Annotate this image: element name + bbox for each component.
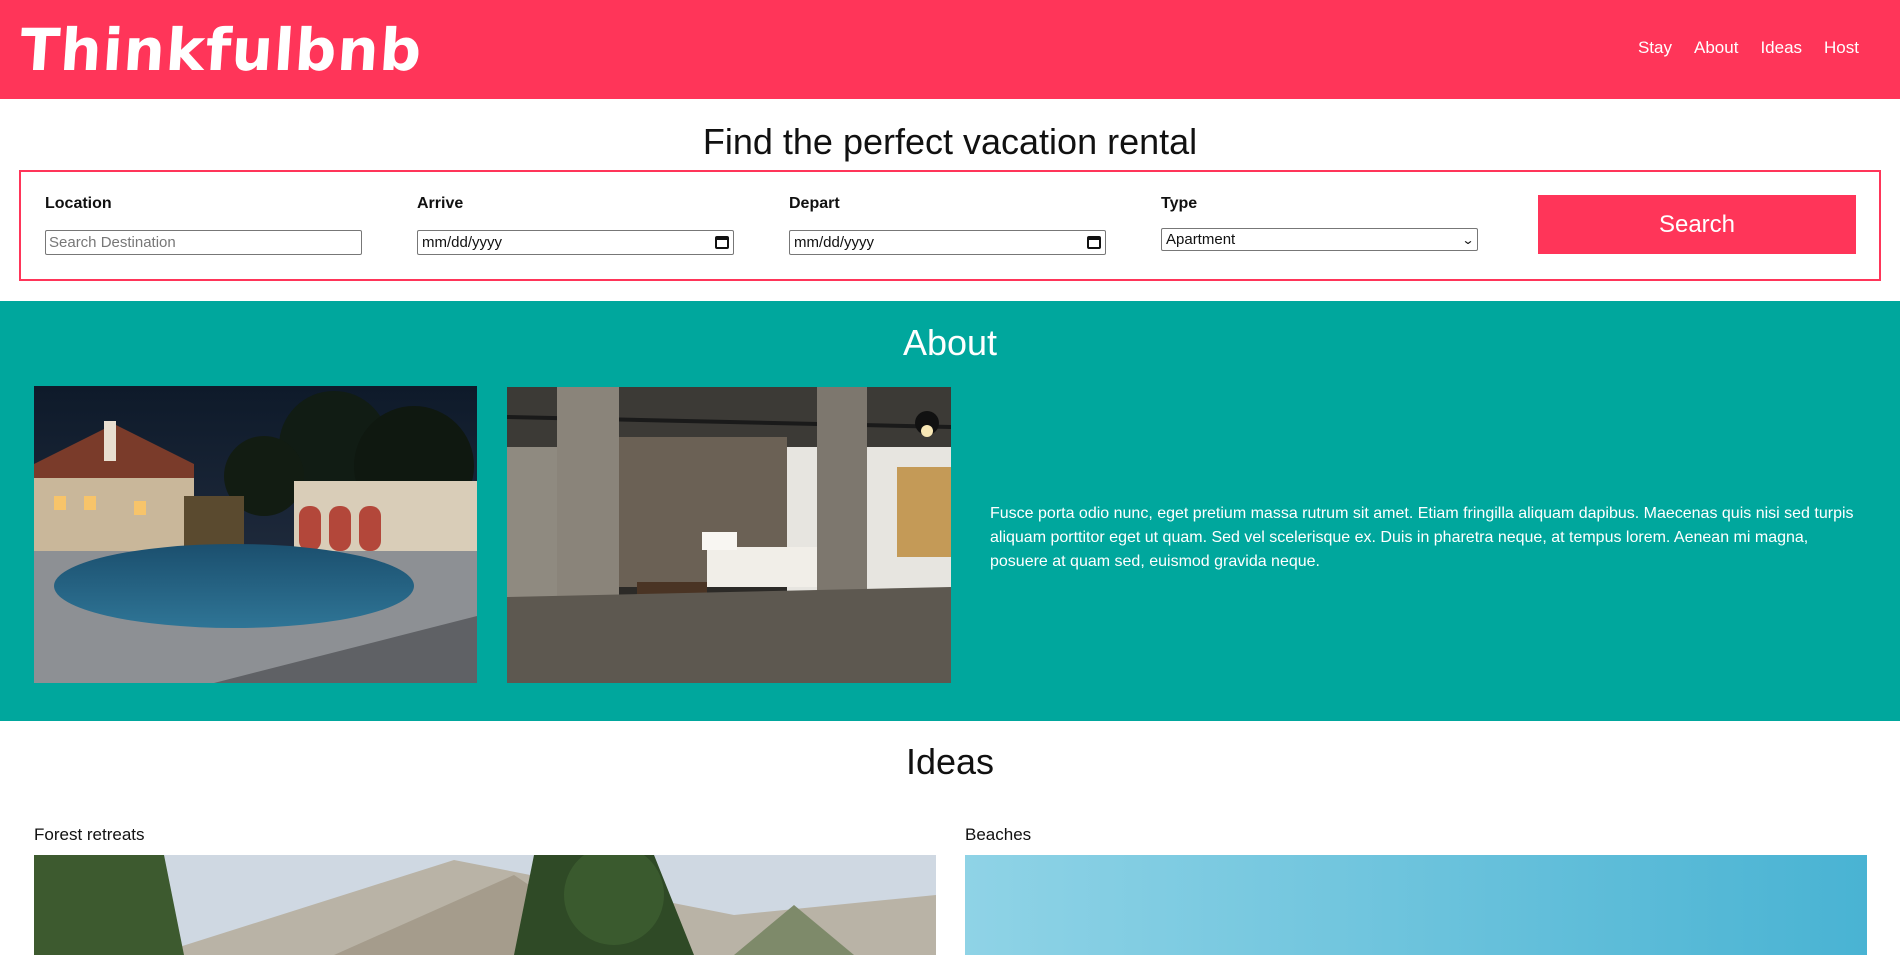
main-nav: Stay About Ideas Host (1638, 38, 1859, 58)
idea-label: Beaches (965, 825, 1032, 844)
type-selected-value: Apartment (1166, 231, 1236, 248)
nav-host[interactable]: Host (1824, 38, 1859, 58)
loft-bedroom-image (507, 387, 951, 683)
ideas-heading: Ideas (905, 741, 995, 782)
arrive-date-value: mm/dd/yyyy (422, 234, 503, 251)
forest-mountain-image (34, 855, 936, 955)
depart-date-value: mm/dd/yyyy (794, 234, 875, 251)
depart-field: Depart mm/dd/yyyy (789, 172, 1108, 255)
beach-sky-image (965, 855, 1867, 955)
idea-forest-retreats[interactable]: Forest retreats (34, 825, 936, 955)
search-form: Location Arrive mm/dd/yyyy Depart mm/dd/… (19, 170, 1881, 281)
arrive-date-input[interactable]: mm/dd/yyyy (417, 230, 734, 255)
about-text: Fusce porta odio nunc, eget pretium mass… (990, 505, 1854, 570)
villa-pool-image (34, 386, 477, 683)
chevron-down-icon: ⌄ (1461, 232, 1475, 247)
idea-label: Forest retreats (34, 825, 145, 844)
search-title: Find the perfect vacation rental (702, 121, 1198, 162)
type-field: Type Apartment ⌄ (1161, 172, 1480, 251)
logo[interactable]: Thinkfulbnb (18, 16, 425, 84)
calendar-icon[interactable] (715, 236, 729, 249)
location-field: Location (45, 172, 364, 255)
site-header: Thinkfulbnb Stay About Ideas Host (0, 0, 1900, 99)
nav-stay[interactable]: Stay (1638, 38, 1672, 58)
location-label: Location (45, 195, 112, 212)
calendar-icon[interactable] (1087, 236, 1101, 249)
arrive-label: Arrive (417, 195, 464, 212)
nav-ideas[interactable]: Ideas (1760, 38, 1802, 58)
ideas-section: Ideas Forest retreats Beaches (0, 721, 1900, 955)
about-heading: About (902, 322, 998, 363)
search-button[interactable]: Search (1538, 195, 1856, 254)
location-input[interactable] (45, 230, 362, 255)
idea-beaches[interactable]: Beaches (965, 825, 1867, 955)
depart-label: Depart (789, 195, 840, 212)
type-select[interactable]: Apartment ⌄ (1161, 228, 1478, 251)
about-section: About Fusce porta odio nunc, eget pretiu… (0, 301, 1900, 721)
depart-date-input[interactable]: mm/dd/yyyy (789, 230, 1106, 255)
type-label: Type (1161, 195, 1198, 212)
arrive-field: Arrive mm/dd/yyyy (417, 172, 736, 255)
nav-about[interactable]: About (1694, 38, 1738, 58)
